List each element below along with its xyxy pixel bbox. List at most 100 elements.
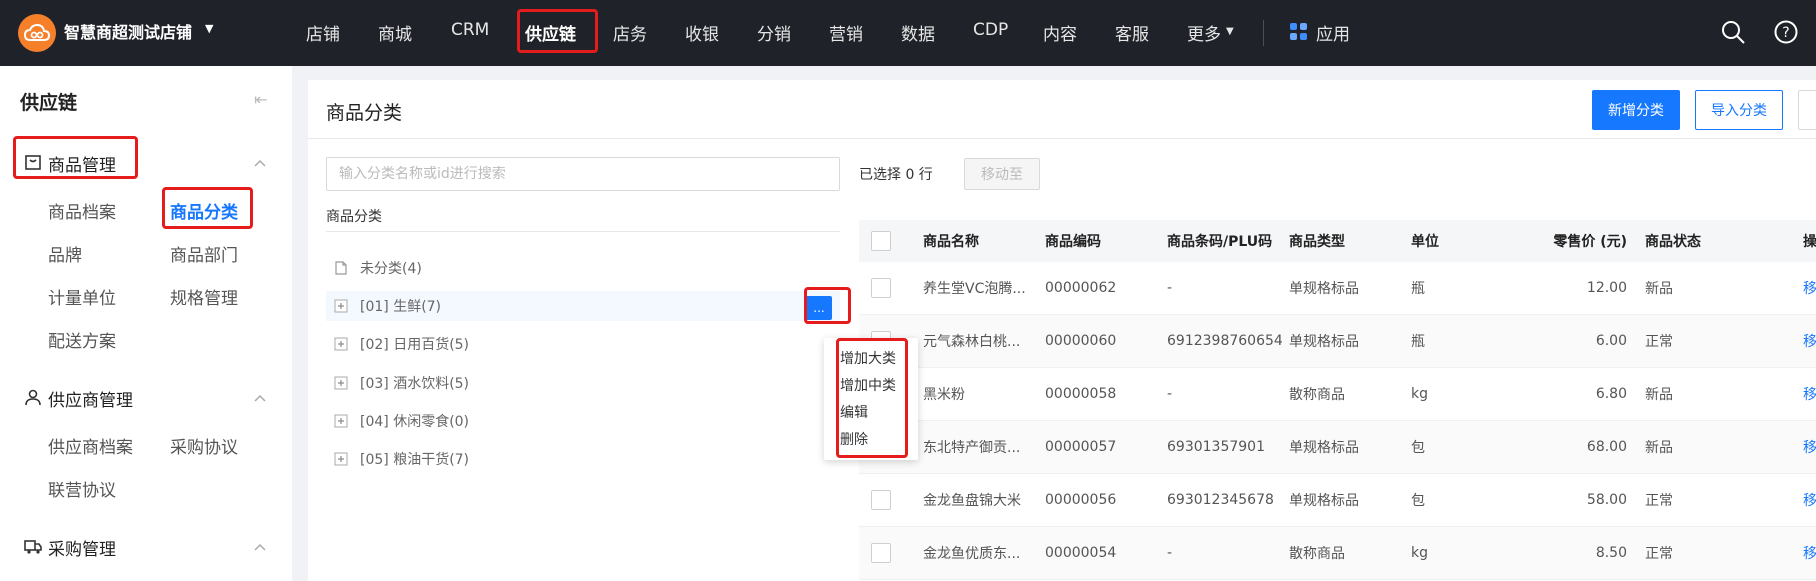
move-to-button[interactable]: 移动至 (964, 158, 1040, 190)
chevron-up-icon[interactable] (254, 158, 266, 170)
help-icon[interactable]: ? (1773, 19, 1799, 45)
nav-mall[interactable]: 商城 (378, 20, 412, 45)
nav-crm[interactable]: CRM (451, 20, 489, 40)
sidebar-item-joint-agreement[interactable]: 联营协议 (48, 476, 116, 501)
tree-node-label: [04] 休闲零食(0) (360, 414, 470, 430)
menu-item-add-mid-category[interactable]: 增加中类 (824, 373, 918, 400)
nav-distribution[interactable]: 分销 (757, 20, 791, 45)
row-checkbox[interactable] (871, 278, 891, 298)
sidebar-item-brand[interactable]: 品牌 (48, 241, 82, 266)
tree-node-snacks[interactable]: [04] 休闲零食(0) (326, 406, 840, 436)
cell-unit: 瓶 (1411, 281, 1425, 297)
cell-barcode: - (1167, 386, 1173, 402)
tree-node-label: [05] 粮油干货(7) (360, 452, 470, 468)
cell-price: 6.80 (1595, 386, 1627, 402)
row-checkbox[interactable] (871, 543, 891, 563)
sidebar-group-goods[interactable]: 商品管理 (48, 151, 116, 176)
store-logo (18, 14, 56, 52)
tree-node-daily-goods[interactable]: [02] 日用百货(5) (326, 329, 840, 359)
caret-down-icon[interactable]: ▼ (1226, 26, 1234, 37)
cell-status: 正常 (1645, 546, 1673, 562)
cell-name: 养生堂VC泡腾... (923, 281, 1026, 297)
column-header: 单位 (1411, 234, 1439, 250)
nav-data[interactable]: 数据 (901, 20, 935, 45)
cell-name: 黑米粉 (923, 387, 965, 403)
sidebar-item-goods-archive[interactable]: 商品档案 (48, 198, 116, 223)
tree-node-grain-oil[interactable]: [05] 粮油干货(7) (326, 444, 840, 474)
nav-shop[interactable]: 店铺 (306, 20, 340, 45)
expand-plus-icon[interactable] (334, 299, 348, 313)
row-move-link[interactable]: 移 (1803, 262, 1816, 314)
nav-customer-service[interactable]: 客服 (1115, 20, 1149, 45)
import-category-button[interactable]: 导入分类 (1695, 90, 1783, 130)
cell-barcode: 693012345678 (1167, 492, 1274, 508)
chevron-up-icon[interactable] (254, 542, 266, 554)
column-header: 商品状态 (1645, 234, 1701, 250)
nav-marketing[interactable]: 营销 (829, 20, 863, 45)
sidebar-item-purchase-agreement[interactable]: 采购协议 (170, 433, 238, 458)
nav-cdp[interactable]: CDP (973, 20, 1008, 40)
tree-node-label: [02] 日用百货(5) (360, 337, 470, 353)
category-search-input[interactable] (326, 157, 840, 191)
table-row: 东北特产御贡... 00000057 69301357901 单规格标品 包 6… (859, 421, 1816, 474)
cell-type: 散称商品 (1289, 387, 1345, 403)
table-row: 养生堂VC泡腾... 00000062 - 单规格标品 瓶 12.00 新品 移 (859, 262, 1816, 315)
column-header: 商品类型 (1289, 234, 1345, 250)
nav-apps[interactable]: 应用 (1316, 20, 1350, 45)
menu-item-delete[interactable]: 删除 (824, 427, 918, 454)
apps-grid-icon[interactable] (1290, 23, 1308, 41)
tree-node-fresh[interactable]: [01] 生鲜(7) (326, 291, 840, 321)
sidebar-item-delivery[interactable]: 配送方案 (48, 327, 116, 352)
tree-node-more-button[interactable]: ... (806, 296, 832, 320)
row-move-link[interactable]: 移 (1803, 368, 1816, 420)
menu-item-add-major-category[interactable]: 增加大类 (824, 346, 918, 373)
goods-box-icon (25, 155, 41, 170)
expand-plus-icon[interactable] (334, 337, 348, 351)
sidebar-group-supplier[interactable]: 供应商管理 (48, 386, 133, 411)
menu-item-edit[interactable]: 编辑 (824, 400, 918, 427)
tree-context-menu: 增加大类 增加中类 编辑 删除 (824, 338, 918, 460)
page-title: 商品分类 (326, 102, 403, 124)
row-move-link[interactable]: 移 (1803, 527, 1816, 579)
nav-store-affairs[interactable]: 店务 (613, 20, 647, 45)
expand-plus-icon[interactable] (334, 376, 348, 390)
search-icon[interactable] (1720, 19, 1746, 45)
sidebar-item-supplier-archive[interactable]: 供应商档案 (48, 433, 133, 458)
sidebar: 供应链 ⇤ 商品管理 商品档案 商品分类 品牌 商品部门 计量单位 规格管理 配… (0, 66, 292, 581)
add-category-button[interactable]: 新增分类 (1592, 90, 1680, 130)
caret-down-icon[interactable]: ▼ (205, 22, 213, 35)
cell-type: 单规格标品 (1289, 440, 1359, 456)
nav-cashier[interactable]: 收银 (685, 20, 719, 45)
cell-name: 东北特产御贡... (923, 440, 1021, 456)
tree-node-uncategorized[interactable]: 未分类(4) (326, 253, 840, 283)
cell-code: 00000062 (1045, 280, 1117, 296)
sidebar-item-goods-category[interactable]: 商品分类 (170, 198, 238, 223)
sidebar-group-purchase[interactable]: 采购管理 (48, 535, 116, 560)
sidebar-item-goods-department[interactable]: 商品部门 (170, 241, 238, 266)
row-move-link[interactable]: 移 (1803, 315, 1816, 367)
cell-price: 68.00 (1586, 439, 1627, 455)
cell-unit: kg (1411, 545, 1428, 561)
sidebar-item-unit[interactable]: 计量单位 (48, 284, 116, 309)
nav-more[interactable]: 更多 (1187, 20, 1221, 45)
row-move-link[interactable]: 移 (1803, 421, 1816, 473)
top-nav-bar: 智慧商超测试店铺 ▼ 店铺 商城 CRM 供应链 店务 收银 分销 营销 数据 … (0, 0, 1816, 66)
expand-plus-icon[interactable] (334, 414, 348, 428)
nav-supply-chain[interactable]: 供应链 (525, 20, 576, 45)
row-move-link[interactable]: 移 (1803, 474, 1816, 526)
export-button[interactable] (1798, 90, 1816, 130)
sidebar-item-spec[interactable]: 规格管理 (170, 284, 238, 309)
file-icon (335, 261, 347, 275)
table-header: 商品名称 商品编码 商品条码/PLU码 商品类型 单位 零售价 (元) 商品状态… (859, 220, 1816, 262)
tree-node-drinks[interactable]: [03] 酒水饮料(5) (326, 368, 840, 398)
cell-code: 00000057 (1045, 439, 1117, 455)
collapse-sidebar-icon[interactable]: ⇤ (254, 90, 267, 109)
store-name[interactable]: 智慧商超测试店铺 (64, 19, 192, 43)
row-checkbox[interactable] (871, 490, 891, 510)
cell-type: 单规格标品 (1289, 334, 1359, 350)
chevron-up-icon[interactable] (254, 393, 266, 405)
expand-plus-icon[interactable] (334, 452, 348, 466)
cell-code: 00000056 (1045, 492, 1117, 508)
nav-content[interactable]: 内容 (1043, 20, 1077, 45)
select-all-checkbox[interactable] (871, 231, 891, 251)
